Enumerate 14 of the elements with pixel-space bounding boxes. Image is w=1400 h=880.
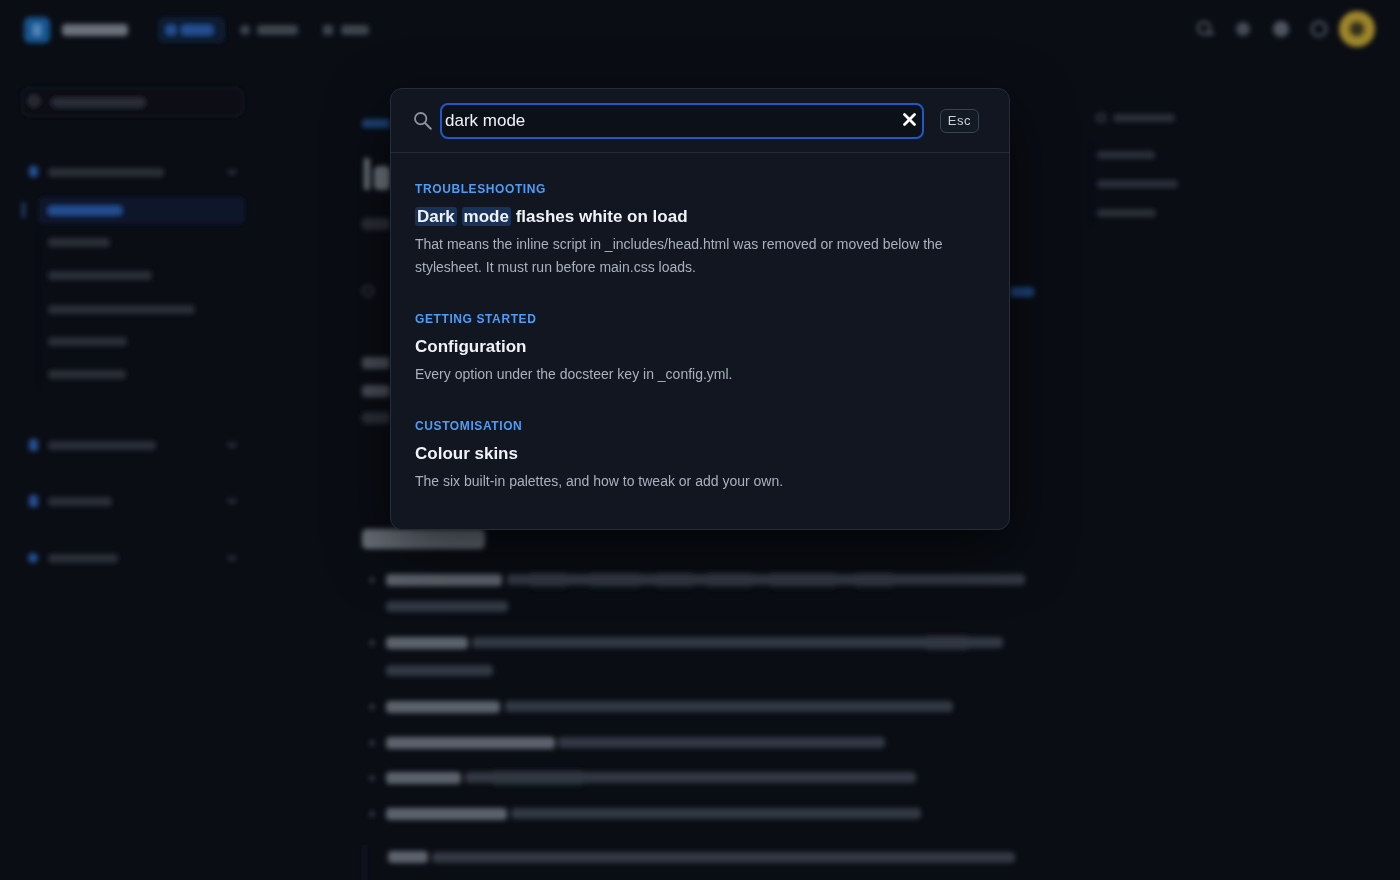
clear-button[interactable] — [902, 113, 916, 126]
result-title[interactable]: Dark mode flashes white on load — [415, 204, 985, 230]
search-icon — [414, 112, 432, 130]
result-snippet: That means the inline script in _includes/head.html was removed or moved below the stylesheet. It must run before main.css loads. — [415, 235, 944, 277]
result-snippet: Every option under the docsteer key in _config.yml. — [415, 365, 734, 384]
close-icon — [902, 113, 916, 126]
result-category: TROUBLESHOOTING — [415, 181, 547, 197]
result-title[interactable]: Configuration — [415, 334, 985, 360]
esc-button[interactable]: Esc — [939, 109, 979, 133]
result-title[interactable]: Colour skins — [415, 441, 985, 467]
result-snippet: The six built-in palettes, and how to tweak or add your own. — [415, 472, 785, 491]
result-category: GETTING STARTED — [415, 311, 538, 327]
result-category: CUSTOMISATION — [415, 418, 524, 434]
search-input[interactable]: dark mode — [440, 103, 924, 139]
